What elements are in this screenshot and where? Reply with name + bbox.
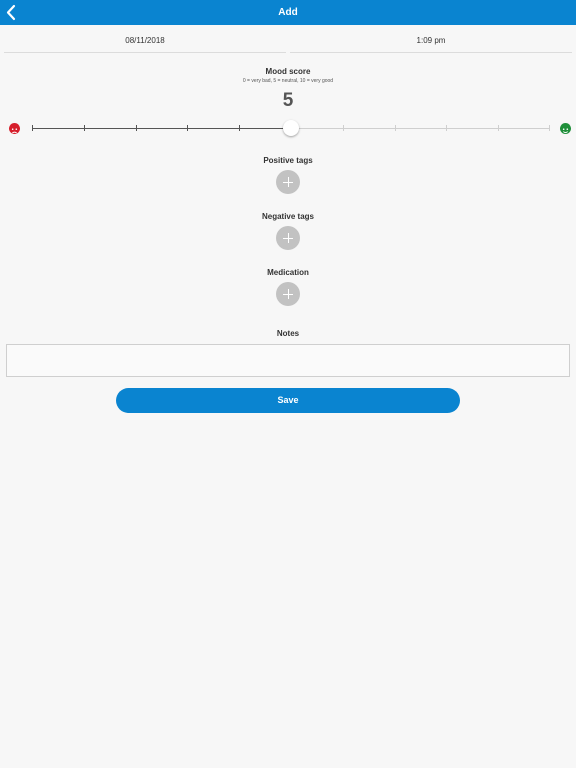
slider-tick <box>395 125 396 131</box>
mood-score-label: Mood score <box>265 67 311 76</box>
slider-tick <box>84 125 85 131</box>
positive-tags-label: Positive tags <box>263 156 313 165</box>
add-medication-button[interactable] <box>276 282 300 306</box>
page-title: Add <box>278 7 298 18</box>
mood-slider[interactable] <box>32 118 550 138</box>
slider-tick <box>446 125 447 131</box>
slider-tick <box>187 125 188 131</box>
slider-tick <box>239 125 240 131</box>
slider-track-empty <box>291 128 550 129</box>
slider-thumb[interactable] <box>283 120 299 136</box>
slider-tick <box>498 125 499 131</box>
sad-face-icon <box>9 123 20 134</box>
negative-tags-label: Negative tags <box>261 212 315 221</box>
add-negative-tag-button[interactable] <box>276 226 300 250</box>
slider-tick <box>549 125 550 131</box>
notes-label: Notes <box>276 329 300 338</box>
slider-tick <box>136 125 137 131</box>
mood-score-value: 5 <box>282 90 294 111</box>
medication-label: Medication <box>267 268 309 277</box>
save-button[interactable]: Save <box>116 388 460 413</box>
time-field[interactable]: 1:09 pm <box>290 26 572 53</box>
add-positive-tag-button[interactable] <box>276 170 300 194</box>
happy-face-icon <box>560 123 571 134</box>
slider-tick <box>343 125 344 131</box>
mood-score-hint: 0 = very bad, 5 = neutral, 10 = very goo… <box>242 78 334 84</box>
slider-tick <box>32 125 33 131</box>
date-field[interactable]: 08/11/2018 <box>4 26 286 53</box>
slider-track-filled <box>32 128 291 129</box>
top-bar: Add <box>0 0 576 25</box>
date-time-row: 08/11/2018 1:09 pm <box>0 26 576 54</box>
notes-input[interactable] <box>6 344 570 377</box>
